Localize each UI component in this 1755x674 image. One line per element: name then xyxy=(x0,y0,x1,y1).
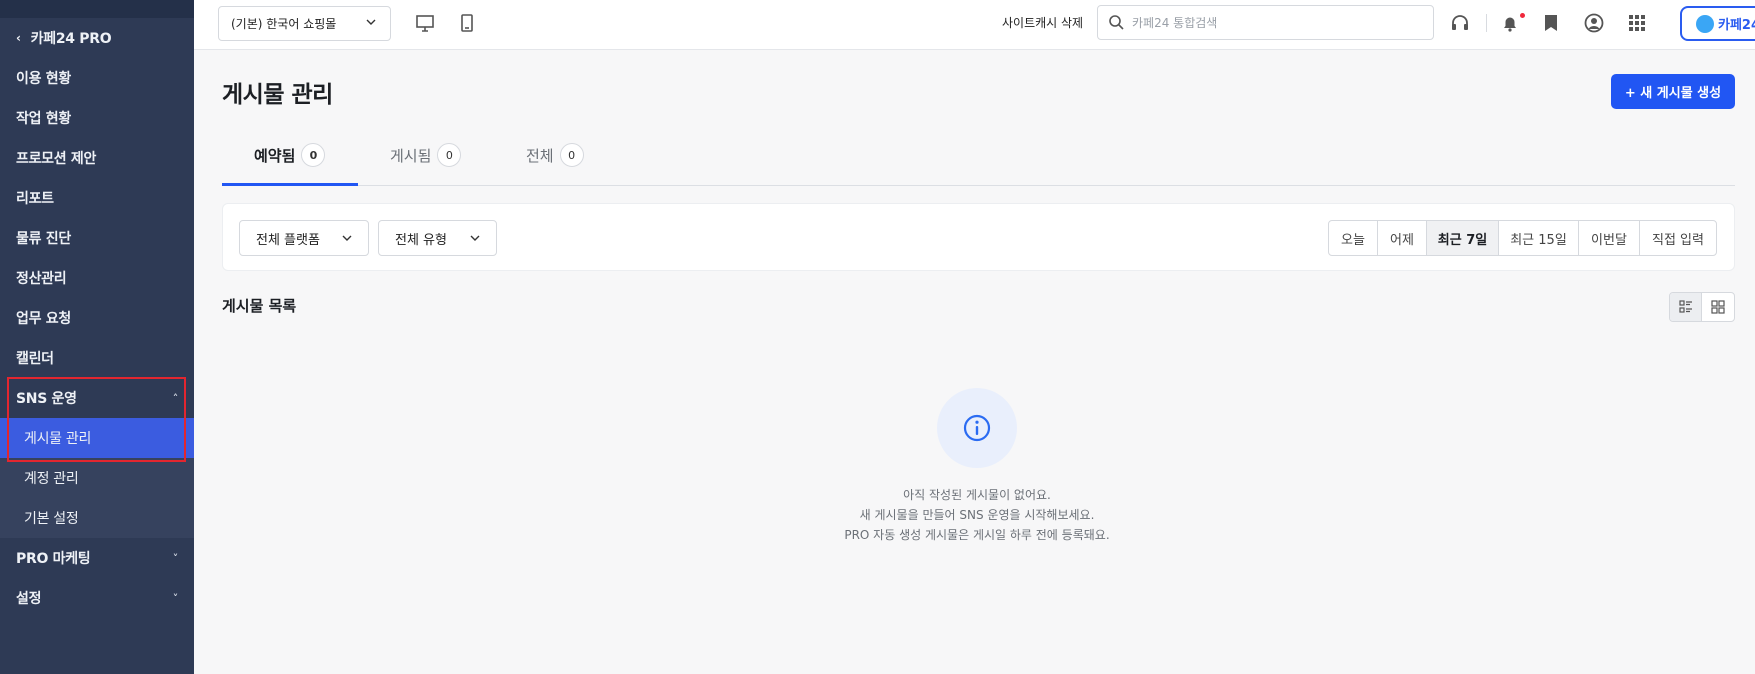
chevron-down-icon xyxy=(470,235,480,241)
list-view-button[interactable] xyxy=(1670,293,1703,321)
sidebar-top-strip xyxy=(0,0,194,18)
chevron-up-icon: ˄ xyxy=(172,391,179,405)
cafe24-button[interactable]: 카페24 xyxy=(1680,6,1755,41)
period-this-month[interactable]: 이번달 xyxy=(1579,221,1640,255)
apps-grid-icon[interactable] xyxy=(1626,12,1648,34)
tab-all[interactable]: 전체 0 xyxy=(526,136,584,186)
sidebar-item-label: 프로모션 제안 xyxy=(16,151,97,167)
tab-count-badge: 0 xyxy=(559,143,584,167)
headset-icon[interactable] xyxy=(1449,12,1471,34)
tab-label: 전체 xyxy=(526,147,554,165)
sidebar-back-label: 카페24 PRO xyxy=(30,31,112,47)
tab-label: 예약됨 xyxy=(254,147,296,165)
mall-select-dropdown[interactable]: (기본) 한국어 쇼핑몰 xyxy=(218,6,391,41)
period-last-15-days[interactable]: 최근 15일 xyxy=(1499,221,1579,255)
platform-filter-dropdown[interactable]: 전체 플랫폼 xyxy=(239,220,369,256)
tab-count-badge: 0 xyxy=(437,143,462,167)
chevron-down-icon: ˅ xyxy=(172,551,179,565)
sidebar-item-label: 정산관리 xyxy=(16,271,67,287)
site-cache-clear-button[interactable]: 사이트캐시 삭제 xyxy=(1002,14,1083,31)
grid-view-icon xyxy=(1711,300,1725,314)
sidebar-group-settings[interactable]: 설정 ˅ xyxy=(0,578,194,618)
list-view-icon xyxy=(1678,300,1692,313)
view-mode-toggle xyxy=(1669,292,1735,322)
period-custom-input[interactable]: 직접 입력 xyxy=(1640,221,1716,255)
bookmark-icon[interactable] xyxy=(1540,12,1562,34)
notification-dot xyxy=(1520,13,1525,18)
tab-label: 게시됨 xyxy=(390,147,432,165)
period-today[interactable]: 오늘 xyxy=(1329,221,1378,255)
sidebar-item-post-management[interactable]: 게시물 관리 xyxy=(0,418,194,458)
empty-state-line: 아직 작성된 게시물이 없어요. xyxy=(903,488,1051,502)
tab-published[interactable]: 게시됨 0 xyxy=(390,136,462,186)
filter-bar: 전체 플랫폼 전체 유형 오늘 어제 최근 7일 최근 15일 이번달 직접 입… xyxy=(222,203,1735,271)
period-yesterday[interactable]: 어제 xyxy=(1378,221,1427,255)
tab-scheduled[interactable]: 예약됨 0 xyxy=(254,136,326,186)
tab-count-badge: 0 xyxy=(301,143,326,167)
sidebar-item-label: 업무 요청 xyxy=(16,311,71,327)
sidebar-item-account-management[interactable]: 계정 관리 xyxy=(0,458,194,498)
header-divider xyxy=(1486,14,1487,32)
sidebar-item-settlement[interactable]: 정산관리 xyxy=(0,258,194,298)
empty-state-line: 새 게시물을 만들어 SNS 운영을 시작해보세요. xyxy=(859,508,1095,522)
sidebar-item-logistics[interactable]: 물류 진단 xyxy=(0,218,194,258)
sidebar-group-label: 설정 xyxy=(16,591,42,607)
status-tabs: 예약됨 0 게시됨 0 전체 0 xyxy=(222,136,1735,186)
chevron-down-icon xyxy=(342,235,352,241)
chevron-down-icon: ˅ xyxy=(172,591,179,605)
cafe24-button-label: 카페24 xyxy=(1718,18,1755,33)
sidebar-item-label: 작업 현황 xyxy=(16,111,71,127)
chevron-down-icon xyxy=(366,19,376,25)
sidebar-item-label: 기본 설정 xyxy=(24,511,79,527)
mall-select-value: (기본) 한국어 쇼핑몰 xyxy=(231,17,337,31)
sidebar-item-label: 계정 관리 xyxy=(24,471,79,487)
sidebar-item-label: 캘린더 xyxy=(16,351,54,367)
info-icon xyxy=(963,414,991,442)
sidebar-item-calendar[interactable]: 캘린더 xyxy=(0,338,194,378)
sidebar-back-link[interactable]: ‹ 카페24 PRO xyxy=(0,18,194,58)
sidebar-group-label: SNS 운영 xyxy=(16,391,77,407)
sidebar-item-request[interactable]: 업무 요청 xyxy=(0,298,194,338)
sidebar-item-label: 물류 진단 xyxy=(16,231,71,247)
empty-state-icon-circle xyxy=(937,388,1017,468)
sidebar-item-usage[interactable]: 이용 현황 xyxy=(0,58,194,98)
cafe24-logo-icon xyxy=(1696,14,1714,33)
desktop-icon[interactable] xyxy=(414,12,436,34)
empty-state-line: PRO 자동 생성 게시물은 게시일 하루 전에 등록돼요. xyxy=(844,528,1110,542)
type-filter-value: 전체 유형 xyxy=(395,232,447,248)
page-title: 게시물 관리 xyxy=(222,82,333,108)
bell-icon[interactable] xyxy=(1499,12,1521,34)
empty-state-message: 아직 작성된 게시물이 없어요. 새 게시물을 만들어 SNS 운영을 시작해보… xyxy=(777,485,1177,545)
period-segmented-control: 오늘 어제 최근 7일 최근 15일 이번달 직접 입력 xyxy=(1328,220,1717,256)
sidebar-group-label: PRO 마케팅 xyxy=(16,551,91,567)
sidebar-item-work-status[interactable]: 작업 현황 xyxy=(0,98,194,138)
global-search-input[interactable]: 카페24 통합검색 xyxy=(1097,5,1434,40)
post-list-title: 게시물 목록 xyxy=(222,297,297,315)
new-post-button[interactable]: + 새 게시물 생성 xyxy=(1611,74,1735,109)
mobile-icon[interactable] xyxy=(456,12,478,34)
chevron-left-icon: ‹ xyxy=(16,31,21,45)
sidebar-item-label: 게시물 관리 xyxy=(24,431,92,447)
sidebar-group-sns[interactable]: SNS 운영 ˄ xyxy=(0,378,194,418)
sidebar-item-report[interactable]: 리포트 xyxy=(0,178,194,218)
search-icon xyxy=(1109,15,1124,30)
sidebar-group-pro-marketing[interactable]: PRO 마케팅 ˅ xyxy=(0,538,194,578)
period-last-7-days[interactable]: 최근 7일 xyxy=(1427,221,1499,255)
top-header: (기본) 한국어 쇼핑몰 사이트캐시 삭제 카페24 통합검색 카페24 xyxy=(194,0,1755,50)
active-tab-indicator xyxy=(222,183,358,186)
platform-filter-value: 전체 플랫폼 xyxy=(256,232,320,248)
sidebar-item-basic-settings[interactable]: 기본 설정 xyxy=(0,498,194,538)
type-filter-dropdown[interactable]: 전체 유형 xyxy=(378,220,497,256)
sidebar: ‹ 카페24 PRO 이용 현황 작업 현황 프로모션 제안 리포트 물류 진단… xyxy=(0,0,194,674)
user-icon[interactable] xyxy=(1583,12,1605,34)
search-placeholder: 카페24 통합검색 xyxy=(1132,16,1218,30)
sidebar-item-label: 이용 현황 xyxy=(16,71,71,87)
grid-view-button[interactable] xyxy=(1702,293,1734,321)
sidebar-item-promotion[interactable]: 프로모션 제안 xyxy=(0,138,194,178)
sidebar-item-label: 리포트 xyxy=(16,191,54,207)
